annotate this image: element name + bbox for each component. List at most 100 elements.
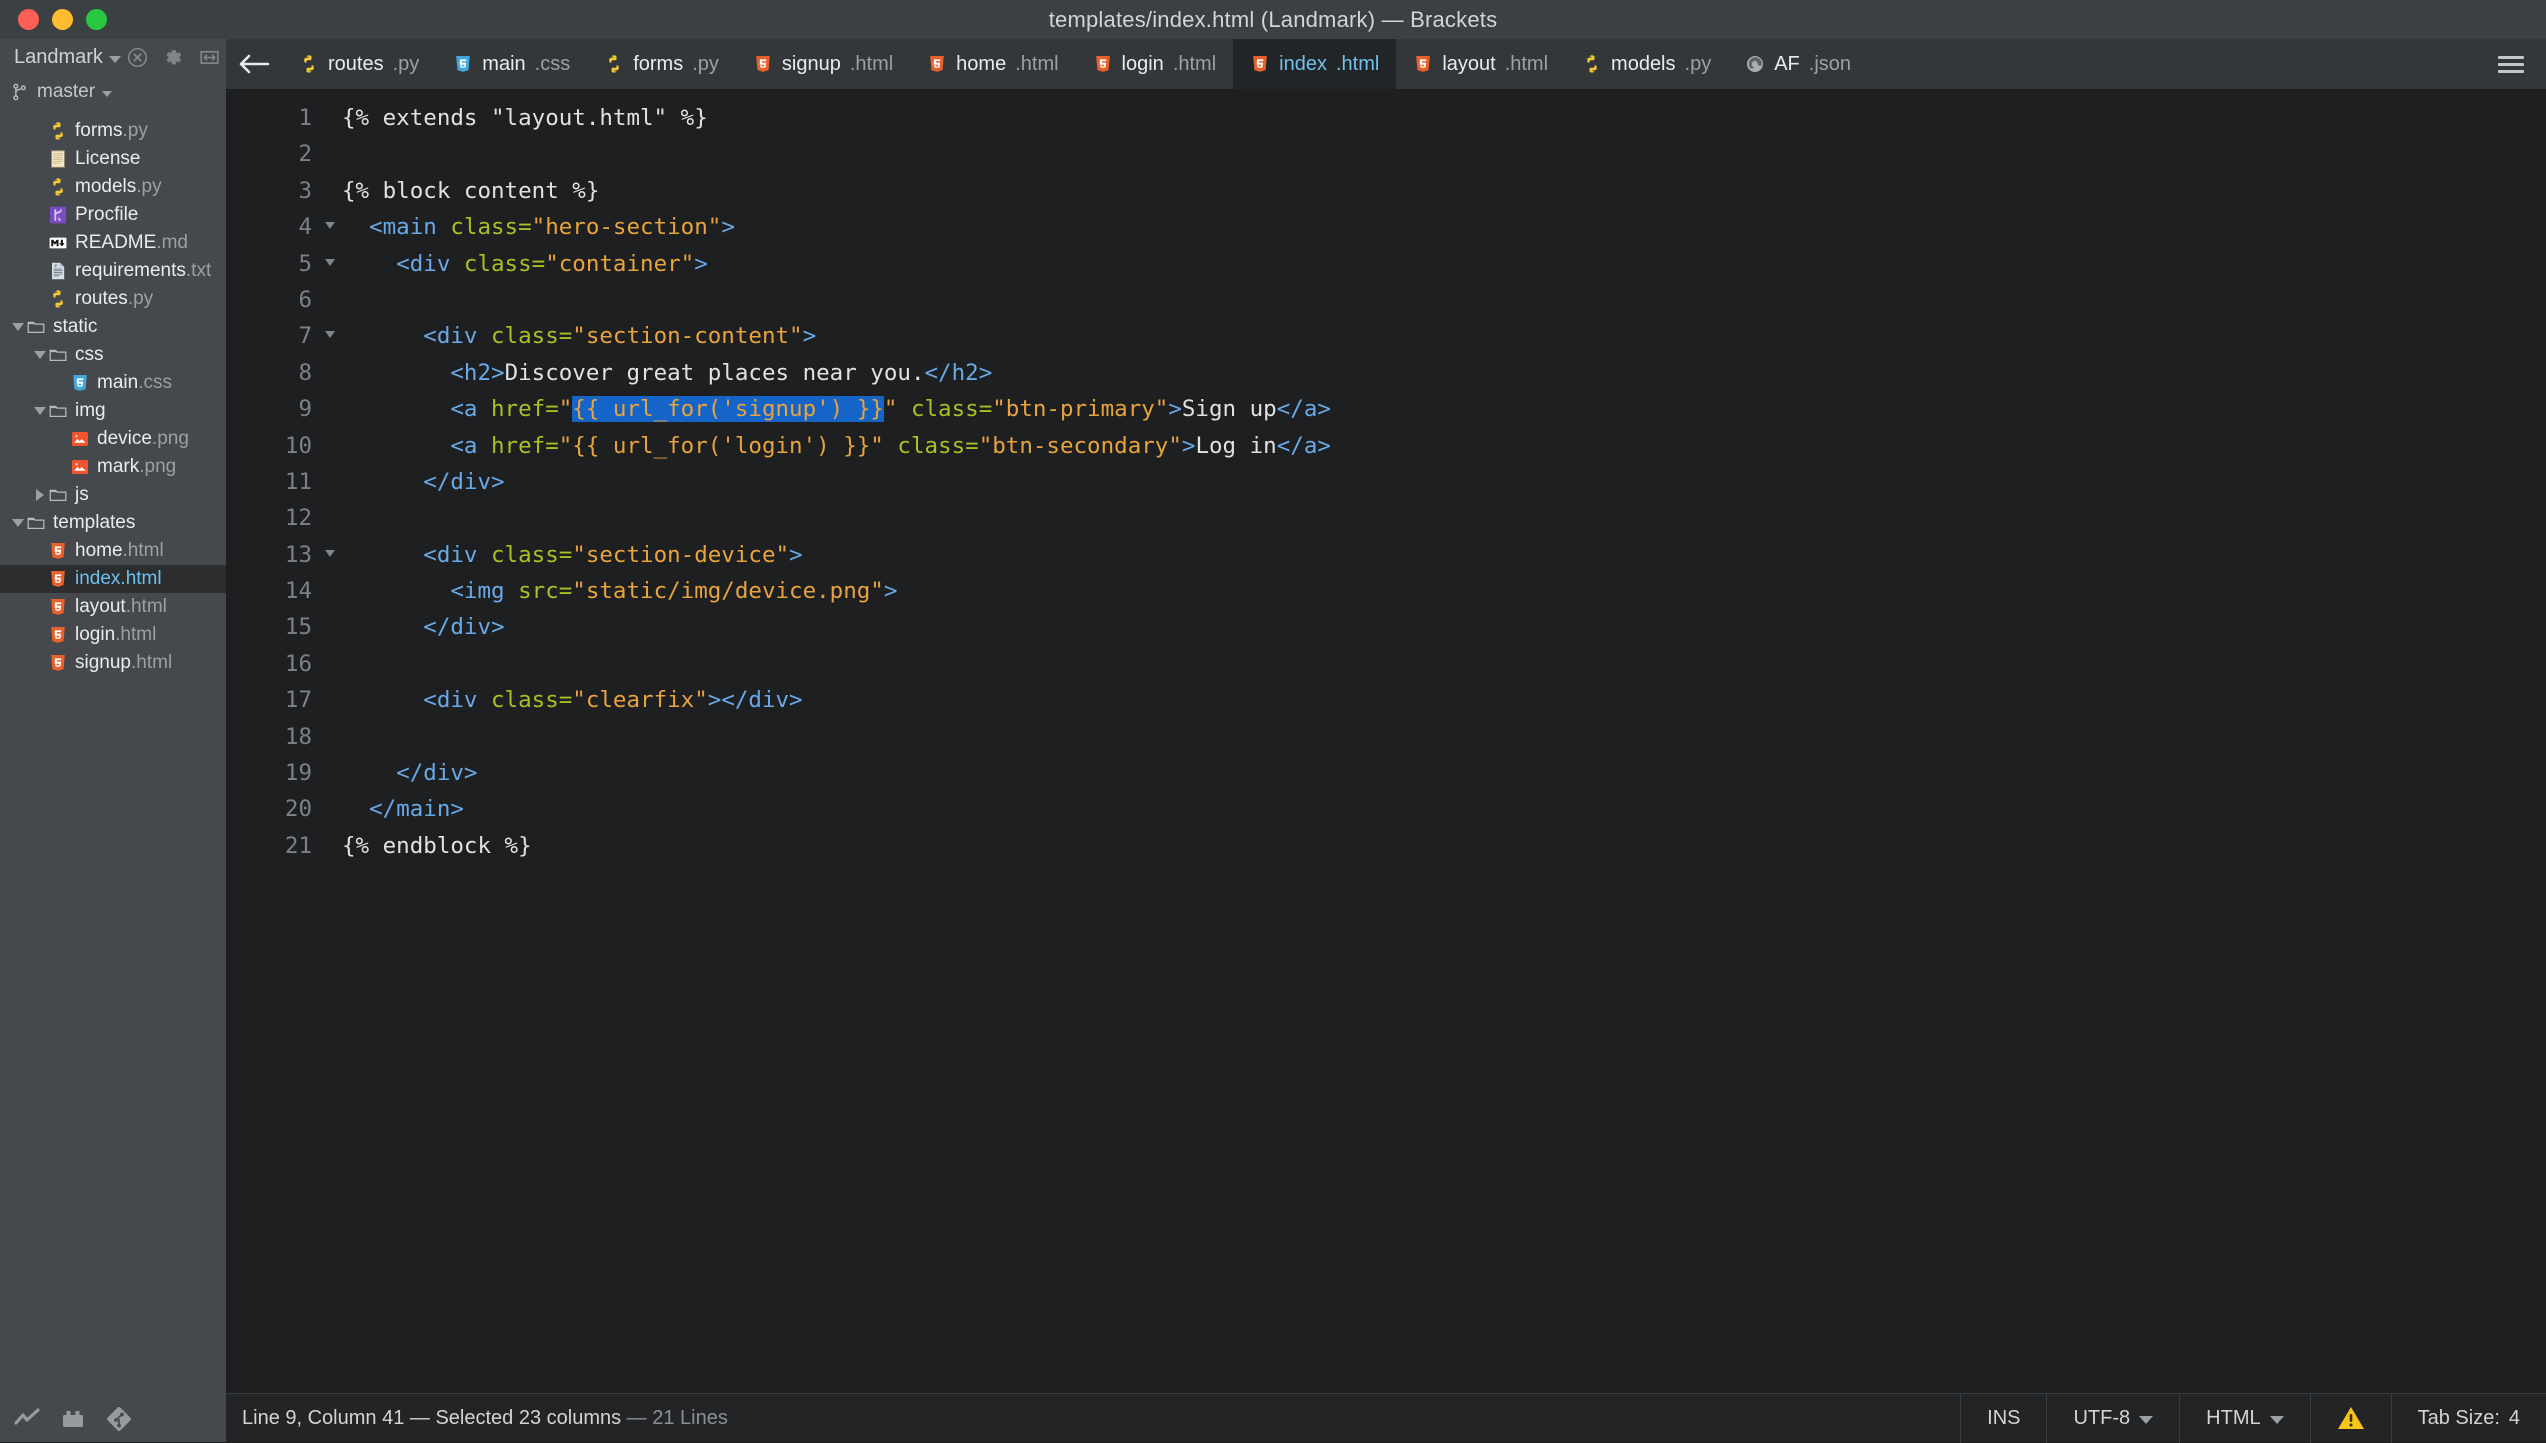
code-fold-spacer (318, 682, 342, 695)
tree-folder-static[interactable]: static (0, 313, 226, 341)
encoding-selector[interactable]: UTF-8 (2046, 1394, 2179, 1443)
git-branch-row[interactable]: master (0, 75, 226, 108)
split-view-icon[interactable] (199, 47, 220, 68)
tree-file-index[interactable]: index.html (0, 565, 226, 593)
tree-item-extension: .html (126, 596, 167, 618)
code-fold-toggle[interactable] (318, 209, 342, 229)
code-line[interactable]: 14 <img src="static/img/device.png"> (226, 573, 2546, 609)
code-token: {% extends "layout.html" %} (342, 105, 708, 131)
tree-disclosure-toggle[interactable] (10, 519, 26, 527)
code-line[interactable]: 12 (226, 500, 2546, 536)
tab-routes[interactable]: routes.py (282, 39, 436, 89)
chevron-down-icon[interactable] (109, 56, 121, 63)
tree-file-routes[interactable]: routes.py (0, 285, 226, 313)
code-line-text: <a href="{{ url_for('signup') }}" class=… (342, 391, 1331, 427)
chevron-down-icon[interactable] (12, 323, 24, 331)
chevron-down-icon[interactable] (34, 407, 46, 415)
chevron-down-icon[interactable] (12, 519, 24, 527)
code-line[interactable]: 19 </div> (226, 755, 2546, 791)
tree-disclosure-toggle[interactable] (32, 351, 48, 359)
extension-manager-icon[interactable] (60, 1406, 86, 1432)
project-name[interactable]: Landmark (14, 46, 103, 69)
tree-file-forms[interactable]: forms.py (0, 117, 226, 145)
code-line[interactable]: 7 <div class="section-content"> (226, 318, 2546, 354)
tab-main[interactable]: main.css (436, 39, 587, 89)
tree-file-signup[interactable]: signup.html (0, 649, 226, 677)
code-line[interactable]: 18 (226, 719, 2546, 755)
tab-signup[interactable]: signup.html (736, 39, 910, 89)
tree-file-Procfile[interactable]: Procfile (0, 201, 226, 229)
code-fold-toggle[interactable] (318, 246, 342, 266)
chevron-down-icon[interactable] (325, 550, 335, 557)
code-token: > (803, 323, 817, 349)
problems-indicator[interactable] (2310, 1394, 2391, 1443)
tab-size-indicator[interactable]: Tab Size: 4 (2391, 1394, 2546, 1443)
tree-disclosure-toggle[interactable] (32, 407, 48, 415)
gear-icon[interactable] (163, 47, 184, 68)
tab-login[interactable]: login.html (1076, 39, 1234, 89)
code-fold-toggle[interactable] (318, 537, 342, 557)
tree-file-README[interactable]: README.md (0, 229, 226, 257)
language-selector[interactable]: HTML (2179, 1394, 2309, 1443)
tree-file-main[interactable]: main.css (0, 369, 226, 397)
git-icon[interactable] (106, 1406, 132, 1432)
chevron-down-icon[interactable] (325, 259, 335, 266)
main-menu-button[interactable] (2476, 39, 2546, 89)
cursor-status: Line 9, Column 41 — Selected 23 columns … (226, 1407, 728, 1430)
tree-file-login[interactable]: login.html (0, 621, 226, 649)
tree-file-home[interactable]: home.html (0, 537, 226, 565)
tree-item-name: signup (75, 652, 131, 674)
tab-list[interactable]: routes.pymain.cssforms.pysignup.htmlhome… (282, 39, 1868, 89)
chevron-down-icon[interactable] (325, 222, 335, 229)
code-fold-toggle[interactable] (318, 318, 342, 338)
tree-file-License[interactable]: License (0, 145, 226, 173)
back-navigation-button[interactable] (226, 39, 282, 89)
tree-folder-templates[interactable]: templates (0, 509, 226, 537)
tree-file-device[interactable]: device.png (0, 425, 226, 453)
code-line[interactable]: 21{% endblock %} (226, 828, 2546, 864)
code-line[interactable]: 5 <div class="container"> (226, 246, 2546, 282)
tree-file-mark[interactable]: mark.png (0, 453, 226, 481)
tab-forms[interactable]: forms.py (587, 39, 736, 89)
tree-file-requirements[interactable]: requirements.txt (0, 257, 226, 285)
tree-folder-img[interactable]: img (0, 397, 226, 425)
tab-home[interactable]: home.html (910, 39, 1075, 89)
tab-layout[interactable]: layout.html (1396, 39, 1565, 89)
code-line[interactable]: 2 (226, 136, 2546, 172)
tree-item-name: forms (75, 120, 123, 142)
insert-mode-indicator[interactable]: INS (1960, 1394, 2046, 1443)
tab-AF[interactable]: AF.json (1728, 39, 1868, 89)
close-circle-icon[interactable] (127, 47, 148, 68)
code-line[interactable]: 6 (226, 282, 2546, 318)
code-line[interactable]: 13 <div class="section-device"> (226, 537, 2546, 573)
code-line[interactable]: 8 <h2>Discover great places near you.</h… (226, 355, 2546, 391)
line-number: 9 (226, 391, 318, 427)
tree-disclosure-toggle[interactable] (32, 489, 48, 501)
tree-file-layout[interactable]: layout.html (0, 593, 226, 621)
chevron-down-icon[interactable] (34, 351, 46, 359)
tree-folder-js[interactable]: js (0, 481, 226, 509)
file-tree[interactable]: forms.pyLicensemodels.pyProcfileREADME.m… (0, 117, 226, 1396)
code-line[interactable]: 4 <main class="hero-section"> (226, 209, 2546, 245)
code-line[interactable]: 1{% extends "layout.html" %} (226, 100, 2546, 136)
live-preview-icon[interactable] (14, 1406, 40, 1432)
code-area[interactable]: 1{% extends "layout.html" %}23{% block c… (226, 89, 2546, 864)
chevron-down-icon[interactable] (325, 331, 335, 338)
markdown-file-icon (48, 233, 68, 253)
chevron-down-icon[interactable] (102, 91, 112, 97)
code-line[interactable]: 16 (226, 646, 2546, 682)
tree-disclosure-toggle[interactable] (10, 323, 26, 331)
code-line[interactable]: 20 </main> (226, 791, 2546, 827)
code-line[interactable]: 15 </div> (226, 609, 2546, 645)
code-line[interactable]: 9 <a href="{{ url_for('signup') }}" clas… (226, 391, 2546, 427)
code-line[interactable]: 11 </div> (226, 464, 2546, 500)
tab-index[interactable]: index.html (1233, 39, 1396, 89)
tree-file-models[interactable]: models.py (0, 173, 226, 201)
code-editor[interactable]: 1{% extends "layout.html" %}23{% block c… (226, 89, 2546, 1393)
code-line[interactable]: 10 <a href="{{ url_for('login') }}" clas… (226, 428, 2546, 464)
tab-models[interactable]: models.py (1565, 39, 1728, 89)
chevron-right-icon[interactable] (36, 489, 44, 501)
tree-folder-css[interactable]: css (0, 341, 226, 369)
code-line[interactable]: 3{% block content %} (226, 173, 2546, 209)
code-line[interactable]: 17 <div class="clearfix"></div> (226, 682, 2546, 718)
